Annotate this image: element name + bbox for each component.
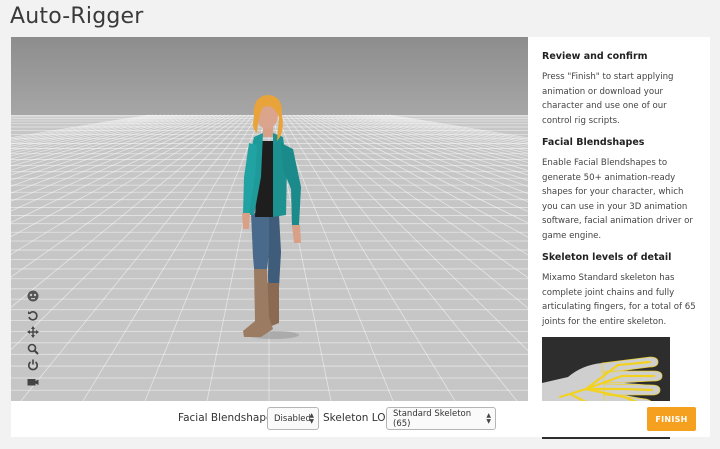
- zoom-icon[interactable]: [25, 342, 41, 356]
- section-heading-skeleton: Skeleton levels of detail: [542, 252, 672, 263]
- bottom-toolbar: Facial Blendshapes Disabled ▲ ▼ Skeleton …: [11, 401, 710, 437]
- blendshapes-select[interactable]: Disabled ▲ ▼: [267, 407, 319, 430]
- face-icon[interactable]: [25, 289, 41, 303]
- section-body-skeleton: Mixamo Standard skeleton has complete jo…: [542, 273, 696, 327]
- blendshapes-value: Disabled: [274, 413, 311, 424]
- blendshapes-label: Facial Blendshapes: [178, 412, 278, 424]
- character-model[interactable]: [11, 37, 528, 401]
- skeleton-lod-value: Standard Skeleton (65): [393, 408, 472, 429]
- section-body-blendshapes: Enable Facial Blendshapes to generate 50…: [542, 158, 693, 241]
- page-title: Auto-Rigger: [10, 4, 144, 29]
- skeleton-lod-select[interactable]: Standard Skeleton (65) ▲ ▼: [386, 407, 496, 430]
- pan-icon[interactable]: [25, 325, 41, 339]
- section-heading-blendshapes: Facial Blendshapes: [542, 137, 645, 148]
- select-arrows-icon: ▲ ▼: [309, 412, 314, 425]
- section-body-review: Press "Finish" to start applying animati…: [542, 72, 674, 126]
- select-arrows-icon: ▲ ▼: [486, 412, 491, 425]
- info-panel: Review and confirm Press "Finish" to sta…: [528, 37, 710, 439]
- 3d-viewport[interactable]: [11, 37, 528, 401]
- camera-icon[interactable]: [25, 375, 41, 389]
- section-heading-review: Review and confirm: [542, 51, 648, 62]
- power-icon[interactable]: [25, 358, 41, 372]
- finish-button[interactable]: FINISH: [647, 407, 696, 431]
- rotate-icon[interactable]: [25, 309, 41, 323]
- skeleton-lod-label: Skeleton LOD: [323, 412, 394, 424]
